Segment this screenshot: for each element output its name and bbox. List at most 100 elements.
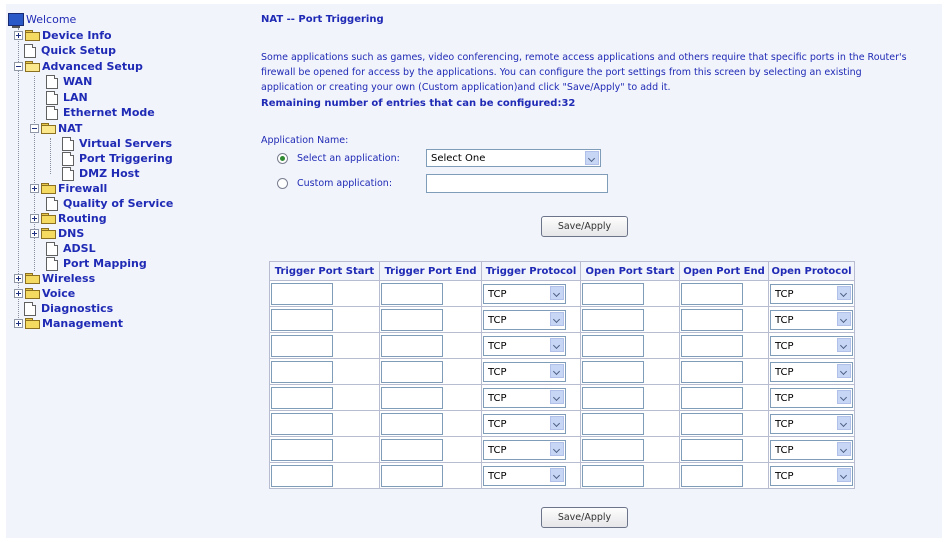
- chevron-down-icon[interactable]: [837, 416, 851, 430]
- chevron-down-icon[interactable]: [837, 312, 851, 326]
- trigger-port-start-input[interactable]: [271, 335, 333, 357]
- open-protocol-select[interactable]: TCP: [770, 362, 853, 382]
- tree-item-nat[interactable]: NAT: [30, 121, 82, 136]
- trigger-port-end-input[interactable]: [381, 309, 443, 331]
- trigger-port-start-input[interactable]: [271, 413, 333, 435]
- chevron-down-icon[interactable]: [837, 364, 851, 378]
- tree-label[interactable]: DNS: [58, 227, 84, 240]
- tree-item-adsl[interactable]: ADSL: [46, 241, 96, 256]
- expand-icon[interactable]: [30, 184, 39, 193]
- open-port-start-input[interactable]: [582, 439, 644, 461]
- trigger-port-end-input[interactable]: [381, 361, 443, 383]
- tree-label[interactable]: Management: [42, 317, 123, 330]
- open-port-end-input[interactable]: [681, 361, 743, 383]
- tree-label[interactable]: DMZ Host: [79, 167, 139, 180]
- open-port-end-input[interactable]: [681, 309, 743, 331]
- tree-item-virtual-servers[interactable]: Virtual Servers: [62, 136, 172, 151]
- tree-label[interactable]: ADSL: [63, 242, 96, 255]
- chevron-down-icon[interactable]: [550, 286, 564, 300]
- tree-label[interactable]: Welcome: [26, 13, 76, 26]
- tree-label[interactable]: Firewall: [58, 182, 107, 195]
- trigger-protocol-select[interactable]: TCP: [483, 466, 566, 486]
- save-apply-button-top[interactable]: Save/Apply: [541, 216, 628, 237]
- tree-label[interactable]: Voice: [42, 287, 75, 300]
- open-protocol-select[interactable]: TCP: [770, 388, 853, 408]
- trigger-protocol-select[interactable]: TCP: [483, 362, 566, 382]
- open-port-start-input[interactable]: [582, 309, 644, 331]
- expand-icon[interactable]: [14, 319, 23, 328]
- custom-application-radio[interactable]: [277, 177, 288, 189]
- open-protocol-select[interactable]: TCP: [770, 440, 853, 460]
- chevron-down-icon[interactable]: [550, 416, 564, 430]
- tree-item-management[interactable]: Management: [14, 316, 123, 331]
- tree-item-device-info[interactable]: Device Info: [14, 28, 112, 43]
- expand-icon[interactable]: [30, 229, 39, 238]
- chevron-down-icon[interactable]: [837, 468, 851, 482]
- chevron-down-icon[interactable]: [550, 312, 564, 326]
- chevron-down-icon[interactable]: [837, 286, 851, 300]
- tree-label[interactable]: Routing: [58, 212, 107, 225]
- tree-label[interactable]: Quick Setup: [41, 44, 116, 57]
- tree-label[interactable]: Quality of Service: [63, 197, 173, 210]
- open-protocol-select[interactable]: TCP: [770, 310, 853, 330]
- trigger-protocol-select[interactable]: TCP: [483, 388, 566, 408]
- tree-item-welcome[interactable]: Welcome: [8, 12, 76, 28]
- tree-item-dmz-host[interactable]: DMZ Host: [62, 166, 139, 181]
- chevron-down-icon[interactable]: [550, 390, 564, 404]
- open-protocol-select[interactable]: TCP: [770, 414, 853, 434]
- open-port-end-input[interactable]: [681, 413, 743, 435]
- custom-application-input[interactable]: [426, 174, 608, 193]
- expand-icon[interactable]: [14, 31, 23, 40]
- tree-label[interactable]: WAN: [63, 75, 92, 88]
- tree-label[interactable]: NAT: [58, 122, 82, 135]
- tree-item-firewall[interactable]: Firewall: [30, 181, 107, 196]
- tree-label[interactable]: Port Mapping: [63, 257, 147, 270]
- tree-label[interactable]: Port Triggering: [79, 152, 173, 165]
- trigger-port-end-input[interactable]: [381, 335, 443, 357]
- open-port-end-input[interactable]: [681, 335, 743, 357]
- trigger-port-start-input[interactable]: [271, 465, 333, 487]
- trigger-port-end-input[interactable]: [381, 439, 443, 461]
- trigger-port-start-input[interactable]: [271, 283, 333, 305]
- trigger-protocol-select[interactable]: TCP: [483, 336, 566, 356]
- open-port-end-input[interactable]: [681, 387, 743, 409]
- tree-item-diagnostics[interactable]: Diagnostics: [24, 301, 113, 316]
- trigger-protocol-select[interactable]: TCP: [483, 310, 566, 330]
- tree-item-quick-setup[interactable]: Quick Setup: [24, 43, 116, 58]
- open-port-end-input[interactable]: [681, 465, 743, 487]
- application-select[interactable]: Select One: [426, 149, 601, 167]
- trigger-protocol-select[interactable]: TCP: [483, 284, 566, 304]
- chevron-down-icon[interactable]: [550, 364, 564, 378]
- save-apply-button-bottom[interactable]: Save/Apply: [541, 507, 628, 528]
- tree-item-port-mapping[interactable]: Port Mapping: [46, 256, 147, 271]
- open-port-start-input[interactable]: [582, 283, 644, 305]
- tree-item-dns[interactable]: DNS: [30, 226, 84, 241]
- tree-item-voice[interactable]: Voice: [14, 286, 75, 301]
- tree-label[interactable]: Ethernet Mode: [63, 106, 155, 119]
- tree-item-quality-of-service[interactable]: Quality of Service: [46, 196, 173, 211]
- trigger-port-end-input[interactable]: [381, 283, 443, 305]
- open-port-end-input[interactable]: [681, 283, 743, 305]
- open-protocol-select[interactable]: TCP: [770, 284, 853, 304]
- expand-icon[interactable]: [14, 274, 23, 283]
- tree-item-lan[interactable]: LAN: [46, 90, 88, 105]
- select-application-radio[interactable]: [277, 152, 288, 164]
- open-port-end-input[interactable]: [681, 439, 743, 461]
- tree-label[interactable]: LAN: [63, 91, 88, 104]
- open-port-start-input[interactable]: [582, 465, 644, 487]
- chevron-down-icon[interactable]: [837, 338, 851, 352]
- collapse-icon[interactable]: [14, 62, 23, 71]
- tree-label[interactable]: Wireless: [42, 272, 95, 285]
- trigger-port-end-input[interactable]: [381, 413, 443, 435]
- chevron-down-icon[interactable]: [550, 442, 564, 456]
- tree-item-wireless[interactable]: Wireless: [14, 271, 95, 286]
- open-protocol-select[interactable]: TCP: [770, 466, 853, 486]
- chevron-down-icon[interactable]: [837, 390, 851, 404]
- open-protocol-select[interactable]: TCP: [770, 336, 853, 356]
- trigger-port-start-input[interactable]: [271, 361, 333, 383]
- trigger-port-start-input[interactable]: [271, 309, 333, 331]
- open-port-start-input[interactable]: [582, 335, 644, 357]
- open-port-start-input[interactable]: [582, 413, 644, 435]
- tree-label[interactable]: Device Info: [42, 29, 112, 42]
- open-port-start-input[interactable]: [582, 361, 644, 383]
